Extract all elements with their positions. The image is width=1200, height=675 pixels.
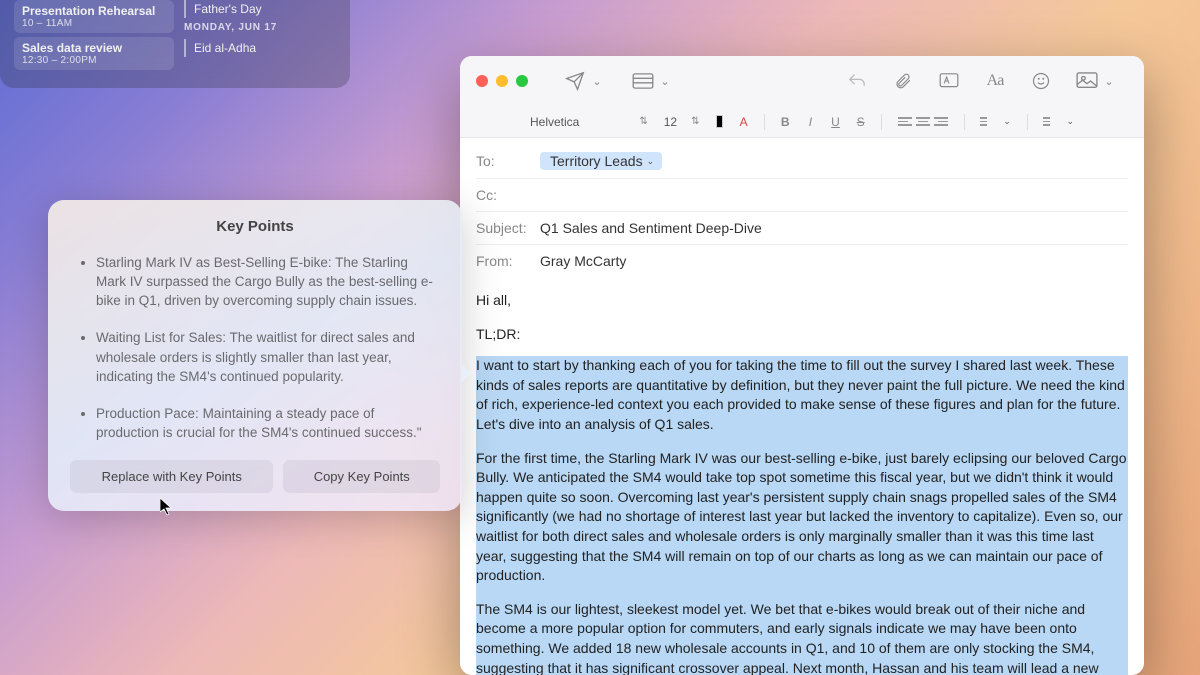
font-family-value: Helvetica (530, 115, 579, 129)
font-family-select[interactable]: Helvetica ⇅ (530, 115, 648, 129)
photo-icon[interactable] (1076, 70, 1098, 92)
subject-field[interactable]: Q1 Sales and Sentiment Deep-Dive (540, 220, 762, 236)
mail-titlebar: ⌄ ⌄ Aa ⌄ (460, 56, 1144, 106)
chevron-down-icon[interactable]: ⌄ (654, 70, 676, 92)
text-color-picker-icon[interactable]: A (739, 115, 748, 129)
event-title: Sales data review (22, 41, 166, 55)
selected-text: I want to start by thanking each of you … (476, 356, 1128, 675)
updown-icon: ⇅ (691, 116, 699, 127)
mail-header-fields: To: Territory Leads ⌄ Cc: Subject: Q1 Sa… (460, 138, 1144, 277)
align-right-icon[interactable] (934, 115, 948, 129)
align-center-icon[interactable] (916, 115, 930, 129)
zoom-icon[interactable] (516, 75, 528, 87)
text-color-swatch[interactable] (716, 115, 724, 128)
indent-icon[interactable] (1043, 115, 1050, 129)
body-tldr: TL;DR: (476, 325, 1128, 345)
key-point-item: Waiting List for Sales: The waitlist for… (96, 328, 440, 385)
mail-compose-window: ⌄ ⌄ Aa ⌄ Helvetica (460, 56, 1144, 675)
subject-label: Subject: (476, 220, 540, 236)
key-points-panel: Key Points Starling Mark IV as Best-Sell… (48, 200, 462, 511)
from-label: From: (476, 253, 540, 269)
mail-body[interactable]: Hi all, TL;DR: I want to start by thanki… (460, 277, 1144, 675)
body-paragraph: The SM4 is our lightest, sleekest model … (476, 600, 1128, 675)
font-size-value: 12 (664, 115, 677, 129)
replace-key-points-button[interactable]: Replace with Key Points (70, 460, 273, 493)
chevron-down-icon[interactable]: ⌄ (1003, 116, 1011, 127)
chevron-down-icon[interactable]: ⌄ (586, 70, 608, 92)
chevron-down-icon[interactable]: ⌄ (1098, 70, 1120, 92)
event-time: 10 – 11AM (22, 18, 166, 29)
calendar-event[interactable]: Presentation Rehearsal 10 – 11AM (14, 0, 174, 33)
event-time: 12:30 – 2:00PM (22, 55, 166, 66)
bold-button[interactable]: B (781, 115, 790, 129)
reply-icon[interactable] (846, 70, 868, 92)
font-icon[interactable]: Aa (984, 70, 1006, 92)
key-point-item: Starling Mark IV as Best-Selling E-bike:… (96, 253, 440, 310)
attach-icon[interactable] (892, 70, 914, 92)
key-points-title: Key Points (70, 218, 440, 235)
align-left-icon[interactable] (898, 115, 912, 129)
recipient-name: Territory Leads (550, 153, 643, 169)
format-toolbar: Helvetica ⇅ 12 ⇅ A B I U S ⌄ ⌄ (460, 106, 1144, 138)
font-size-select[interactable]: 12 ⇅ (664, 115, 700, 129)
from-field[interactable]: Gray McCarty (540, 253, 626, 269)
italic-button[interactable]: I (806, 115, 815, 129)
chevron-down-icon: ⌄ (647, 156, 655, 167)
calendar-holiday: Eid al-Adha (184, 39, 336, 57)
close-icon[interactable] (476, 75, 488, 87)
body-greeting: Hi all, (476, 291, 1128, 311)
body-paragraph: I want to start by thanking each of you … (476, 356, 1128, 434)
updown-icon: ⇅ (639, 116, 647, 127)
calendar-widget: Presentation Rehearsal 10 – 11AM Sales d… (0, 0, 350, 88)
underline-button[interactable]: U (831, 115, 840, 129)
copy-key-points-button[interactable]: Copy Key Points (283, 460, 440, 493)
calendar-day-header: MONDAY, JUN 17 (184, 22, 336, 33)
calendar-holiday: Father's Day (184, 0, 336, 18)
strikethrough-button[interactable]: S (856, 115, 865, 129)
calendar-event[interactable]: Sales data review 12:30 – 2:00PM (14, 37, 174, 70)
send-icon[interactable] (564, 70, 586, 92)
cc-label: Cc: (476, 187, 540, 203)
chevron-down-icon[interactable]: ⌄ (1066, 116, 1074, 127)
to-label: To: (476, 153, 540, 169)
emoji-icon[interactable] (1030, 70, 1052, 92)
body-paragraph: For the first time, the Starling Mark IV… (476, 449, 1128, 586)
format-icon[interactable] (938, 70, 960, 92)
event-title: Presentation Rehearsal (22, 4, 166, 18)
list-icon[interactable] (980, 115, 987, 129)
recipient-pill[interactable]: Territory Leads ⌄ (540, 152, 662, 170)
minimize-icon[interactable] (496, 75, 508, 87)
key-point-item: Production Pace: Maintaining a steady pa… (96, 404, 440, 442)
header-fields-icon[interactable] (632, 70, 654, 92)
callout-pointer-icon (462, 364, 471, 382)
